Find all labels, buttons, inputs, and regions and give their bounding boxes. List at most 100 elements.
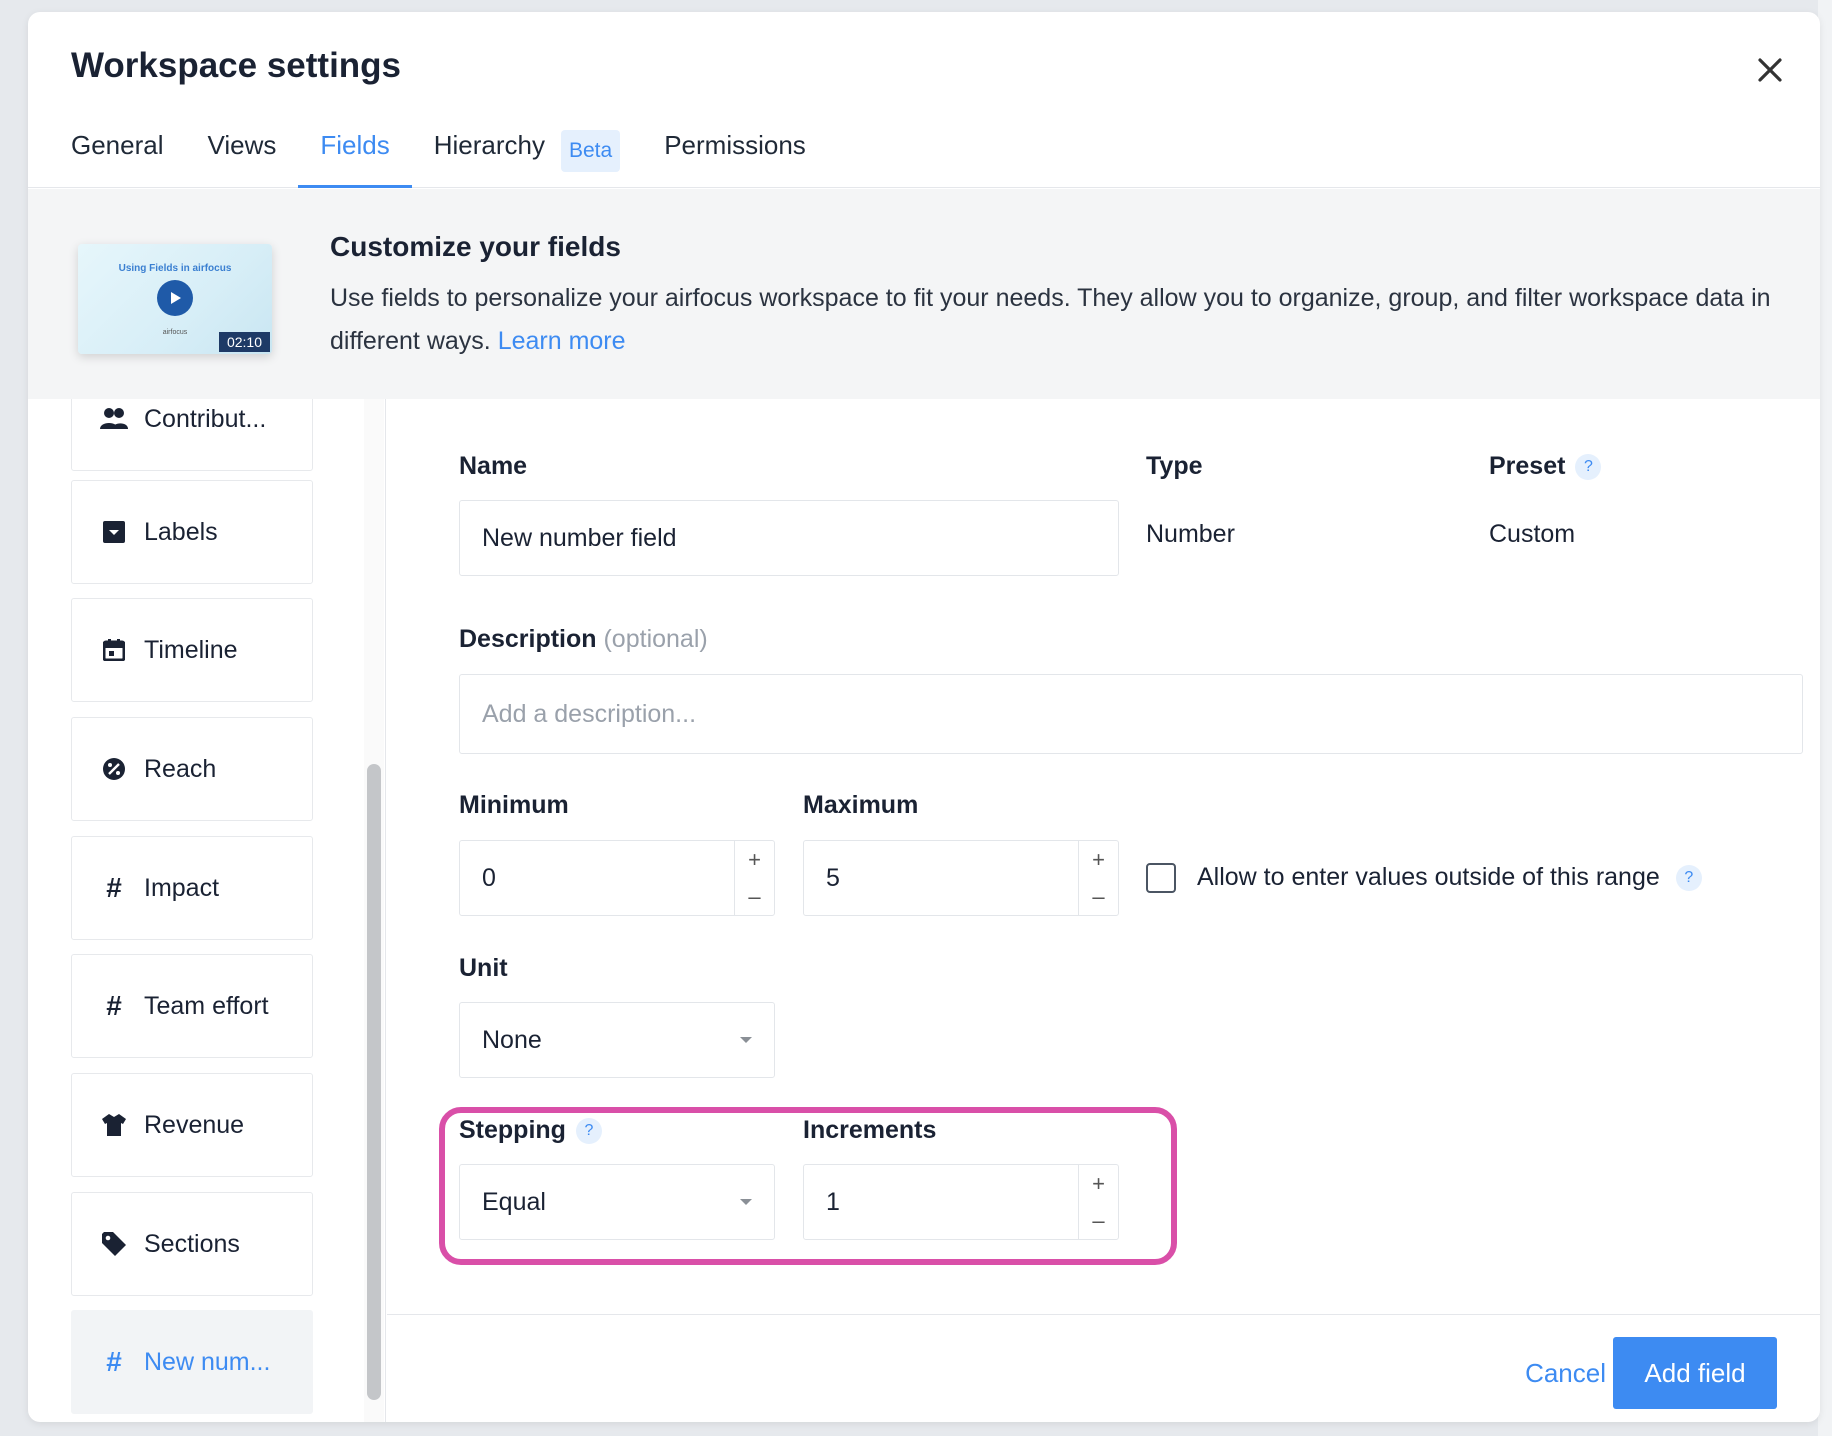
hash-icon: # [106,872,122,903]
tag-icon [100,1230,128,1258]
tab-label: General [71,130,164,160]
unit-select[interactable]: None [459,1002,775,1078]
sidebar-item-team-effort[interactable]: # Team effort [71,954,313,1058]
increment-button[interactable]: + [1079,841,1118,878]
tab-fields[interactable]: Fields [298,122,413,188]
modal-header: Workspace settings General Views Fields … [28,12,1820,188]
increments-stepper-buttons: + – [1078,1165,1118,1239]
preset-label-text: Preset [1489,452,1566,480]
name-input[interactable]: New number field [459,500,1119,576]
decrement-button[interactable]: – [1079,1202,1118,1239]
tab-views[interactable]: Views [208,122,277,188]
sidebar-scrollbar-thumb[interactable] [367,764,381,1400]
chevron-down-icon [740,1037,752,1043]
minimum-value: 0 [482,863,496,892]
sidebar-item-impact[interactable]: # Impact [71,836,313,940]
increments-label: Increments [803,1116,937,1144]
allow-outside-range-checkbox[interactable] [1146,863,1176,893]
increments-stepper[interactable]: 1 + – [803,1164,1119,1240]
sidebar-item-labels[interactable]: Labels [71,480,313,584]
modal-title: Workspace settings [71,46,402,85]
people-icon [100,405,128,433]
video-thumbnail[interactable]: Using Fields in airfocus airfocus 02:10 [78,244,272,354]
sidebar-item-reach[interactable]: Reach [71,717,313,821]
sidebar-item-label: Contribut... [144,404,267,433]
cancel-button[interactable]: Cancel [1525,1337,1606,1409]
sidebar-item-contributors[interactable]: Contribut... [71,399,313,471]
help-icon[interactable]: ? [1575,454,1602,481]
learn-more-link[interactable]: Learn more [498,327,626,355]
minimum-stepper-buttons: + – [734,841,774,915]
maximum-label: Maximum [803,791,919,819]
tab-label: Views [207,130,277,160]
optional-hint: (optional) [603,625,708,653]
close-button[interactable] [1748,48,1792,92]
unit-value: None [482,1025,542,1054]
play-icon[interactable] [157,280,193,316]
hash-icon: # [106,990,122,1021]
sidebar-item-label: Timeline [144,635,238,664]
help-icon[interactable]: ? [575,1118,602,1145]
percent-icon [100,755,128,783]
banner-title: Customize your fields [330,231,621,262]
stepping-label: Stepping? [459,1116,602,1145]
stepping-value: Equal [482,1187,546,1216]
preset-label: Preset? [1489,452,1602,481]
minimum-label: Minimum [459,791,569,819]
sidebar-item-sections[interactable]: Sections [71,1192,313,1296]
allow-outside-range-text: Allow to enter values outside of this ra… [1197,863,1660,891]
sidebar-item-label: Sections [144,1229,240,1258]
shirt-icon [100,1111,128,1139]
chevron-down-icon [740,1199,752,1205]
help-icon[interactable]: ? [1675,865,1702,892]
increment-button[interactable]: + [1079,1165,1118,1202]
field-editor: Name New number field Type Number Preset… [387,399,1820,1422]
sidebar-item-timeline[interactable]: Timeline [71,598,313,702]
add-field-button[interactable]: Add field [1613,1337,1777,1409]
fields-intro-banner: Using Fields in airfocus airfocus 02:10 … [28,189,1820,399]
tab-label: Hierarchy [433,130,545,160]
sidebar-item-label: Revenue [144,1110,245,1139]
description-label: Description (optional) [459,625,708,654]
description-input[interactable]: Add a description... [459,674,1803,754]
name-label: Name [459,452,528,480]
close-icon [1758,58,1782,82]
modal-footer: Cancel Add field [387,1314,1820,1422]
decrement-button[interactable]: – [735,878,774,915]
video-duration: 02:10 [218,332,270,352]
stepping-select[interactable]: Equal [459,1164,775,1240]
video-title: Using Fields in airfocus [118,263,232,274]
beta-badge: Beta [561,130,621,172]
sidebar-item-label: New num... [144,1347,271,1376]
tab-general[interactable]: General [71,122,164,188]
unit-label: Unit [459,954,508,982]
fields-sidebar: Contribut... Labels Timeline Reach # Imp… [28,399,386,1422]
sidebar-item-label: Team effort [144,991,269,1020]
description-placeholder: Add a description... [482,699,697,728]
name-input-value: New number field [482,523,677,552]
workspace-settings-modal: Workspace settings General Views Fields … [28,12,1820,1422]
label-dropdown-icon [100,518,128,546]
sidebar-item-label: Impact [144,873,220,902]
tab-label: Permissions [664,130,806,160]
background-app-edge [1818,0,1832,1436]
increment-button[interactable]: + [735,841,774,878]
tab-label: Fields [320,130,390,160]
sidebar-item-label: Labels [144,517,218,546]
sidebar-item-revenue[interactable]: Revenue [71,1073,313,1177]
calendar-icon [100,636,128,664]
maximum-stepper[interactable]: 5 + – [803,840,1119,916]
banner-description: Use fields to personalize your airfocus … [330,277,1780,363]
description-label-text: Description [459,625,597,653]
type-value: Number [1146,520,1235,548]
decrement-button[interactable]: – [1079,878,1118,915]
type-label: Type [1146,452,1203,480]
settings-tabs: General Views Fields Hierarchy Beta Perm… [71,122,850,188]
tab-permissions[interactable]: Permissions [664,122,806,188]
stepping-label-text: Stepping [459,1116,566,1144]
allow-outside-range-label: Allow to enter values outside of this ra… [1197,863,1702,892]
tab-hierarchy[interactable]: Hierarchy Beta [433,122,621,188]
minimum-stepper[interactable]: 0 + – [459,840,775,916]
maximum-value: 5 [826,863,840,892]
sidebar-item-new-number-field[interactable]: # New num... [71,1310,313,1414]
